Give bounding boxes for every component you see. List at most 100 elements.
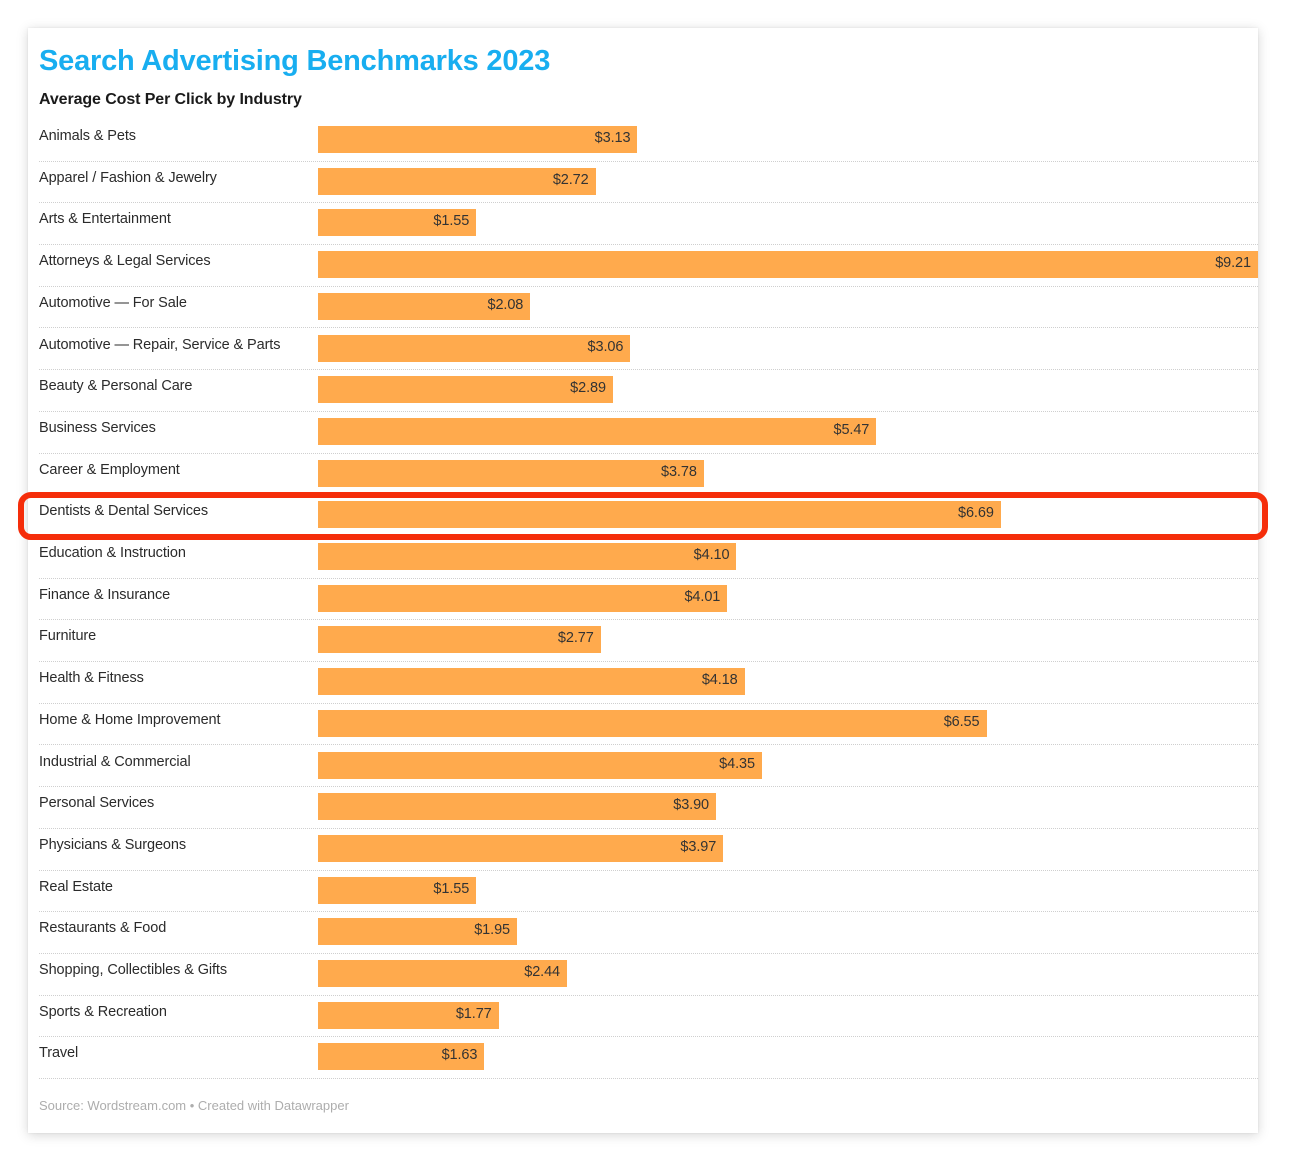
bar: $4.01 — [318, 584, 728, 612]
bar-track: $2.72 — [318, 167, 1258, 195]
bar-track: $1.55 — [318, 209, 1258, 237]
chart-row: Apparel / Fashion & Jewelry $2.72 — [39, 162, 1258, 204]
bar-track: $4.35 — [318, 751, 1258, 779]
category-label: Finance & Insurance — [39, 586, 171, 603]
category-label: Automotive — For Sale — [39, 294, 187, 311]
bar-track: $1.77 — [318, 1001, 1258, 1029]
category-label: Automotive — Repair, Service & Parts — [39, 336, 281, 353]
bar-value-label: $6.69 — [958, 505, 994, 522]
chart-row: Home & Home Improvement $6.55 — [39, 704, 1258, 746]
chart-row: Beauty & Personal Care $2.89 — [39, 370, 1258, 412]
chart-row: Sports & Recreation $1.77 — [39, 996, 1258, 1038]
bar-track: $2.77 — [318, 626, 1258, 654]
bar-track: $2.08 — [318, 292, 1258, 320]
bar-track: $1.63 — [318, 1043, 1258, 1071]
chart-row: Restaurants & Food $1.95 — [39, 912, 1258, 954]
bar-value-label: $2.72 — [552, 171, 589, 188]
chart-row: Business Services $5.47 — [39, 412, 1258, 454]
bar: $2.89 — [318, 376, 613, 404]
bar: $3.97 — [318, 834, 724, 862]
bar-track: $2.89 — [318, 376, 1258, 404]
category-label: Furniture — [39, 628, 97, 645]
chart-row: Personal Services $3.90 — [39, 787, 1258, 829]
category-label: Career & Employment — [39, 461, 180, 478]
bar-track: $3.90 — [318, 793, 1258, 821]
page-title: Search Advertising Benchmarks 2023 — [39, 45, 551, 77]
category-label: Education & Instruction — [39, 545, 186, 561]
bar: $2.72 — [318, 167, 596, 195]
bar-value-label: $1.55 — [433, 880, 470, 897]
chart-row: Education & Instruction $4.10 — [39, 537, 1258, 579]
bar: $2.44 — [318, 960, 568, 987]
bar-value-label: $3.13 — [594, 130, 631, 146]
bar-track: $4.18 — [318, 668, 1258, 696]
bar-value-label: $4.01 — [684, 588, 721, 605]
bar-chart-plot-area: Animals & Pets $3.13 Apparel / Fashion & J… — [39, 120, 1258, 1080]
chart-row: Animals & Pets $3.13 — [39, 120, 1258, 162]
chart-subtitle: Average Cost Per Click by Industry — [39, 91, 302, 108]
category-label: Industrial & Commercial — [39, 753, 191, 770]
bar-value-label: $9.21 — [1215, 255, 1251, 272]
bar-track: $3.13 — [318, 126, 1258, 153]
category-label: Physicians & Surgeons — [39, 836, 187, 853]
category-label: Personal Services — [39, 795, 155, 812]
bar-value-label: $1.95 — [474, 922, 511, 939]
category-label: Beauty & Personal Care — [39, 378, 193, 395]
bar-value-label: $3.78 — [661, 463, 697, 480]
bar-value-label: $4.10 — [693, 547, 730, 563]
bar-track: $6.55 — [318, 709, 1258, 737]
category-label: Animals & Pets — [39, 128, 136, 144]
bar: $9.21 — [318, 251, 1258, 279]
bar-track: $5.47 — [318, 417, 1258, 445]
bar-track: $3.06 — [318, 334, 1258, 362]
category-label: Real Estate — [39, 878, 113, 895]
chart-row: Finance & Insurance $4.01 — [39, 579, 1258, 621]
chart-row: Automotive — For Sale $2.08 — [39, 287, 1258, 329]
bar-value-label: $1.55 — [433, 213, 470, 230]
page-background: Search Advertising Benchmarks 2023 Avera… — [0, 0, 1294, 1162]
chart-row: Career & Employment $3.78 — [39, 454, 1258, 496]
bar-value-label: $4.35 — [719, 755, 755, 772]
bar: $2.77 — [318, 626, 601, 654]
bar: $3.90 — [318, 793, 717, 821]
bar-track: $2.44 — [318, 960, 1258, 987]
bar-track: $9.21 — [318, 251, 1258, 279]
category-label: Apparel / Fashion & Jewelry — [39, 169, 217, 186]
chart-row: Automotive — Repair, Service & Parts $3.0… — [39, 329, 1258, 371]
chart-row: Health & Fitness $4.18 — [39, 662, 1258, 704]
chart-row: Shopping, Collectibles & Gifts $2.44 — [39, 954, 1258, 996]
bar: $5.47 — [318, 417, 877, 445]
bar-value-label: $2.44 — [524, 964, 561, 980]
category-label: Travel — [39, 1045, 79, 1062]
bar: $1.63 — [318, 1043, 485, 1071]
bar: $6.69 — [318, 501, 1001, 529]
bar-value-label: $2.77 — [557, 630, 594, 647]
category-label: Sports & Recreation — [39, 1003, 167, 1020]
bar-track: $1.55 — [318, 876, 1258, 904]
chart-source-note: Source: Wordstream.com • Created with Da… — [39, 1098, 349, 1113]
bar: $3.13 — [318, 126, 638, 153]
chart-row: Real Estate $1.55 — [39, 871, 1258, 913]
bar: $1.77 — [318, 1001, 499, 1029]
bar: $3.78 — [318, 459, 704, 487]
bar: $4.35 — [318, 751, 762, 779]
category-label: Restaurants & Food — [39, 920, 167, 937]
category-label: Shopping, Collectibles & Gifts — [39, 962, 228, 978]
bar-value-label: $2.89 — [570, 380, 606, 397]
chart-row: Travel $1.63 — [39, 1037, 1258, 1080]
category-label: Home & Home Improvement — [39, 711, 221, 728]
bar-track: $1.95 — [318, 918, 1258, 946]
chart-row: Arts & Entertainment $1.55 — [39, 203, 1258, 246]
bar-track: $6.69 — [318, 501, 1258, 529]
category-label: Attorneys & Legal Services — [39, 253, 211, 270]
bar-value-label: $2.08 — [487, 296, 524, 313]
bar: $6.55 — [318, 709, 987, 737]
bar-value-label: $1.63 — [441, 1047, 478, 1064]
chart-row: Industrial & Commercial $4.35 — [39, 746, 1258, 788]
bar-value-label: $5.47 — [833, 421, 870, 438]
bar: $4.18 — [318, 668, 745, 696]
bar: $3.06 — [318, 334, 631, 362]
chart-card: Search Advertising Benchmarks 2023 Avera… — [28, 28, 1258, 1133]
bar: $1.55 — [318, 209, 477, 237]
row-separator — [39, 1078, 1258, 1080]
